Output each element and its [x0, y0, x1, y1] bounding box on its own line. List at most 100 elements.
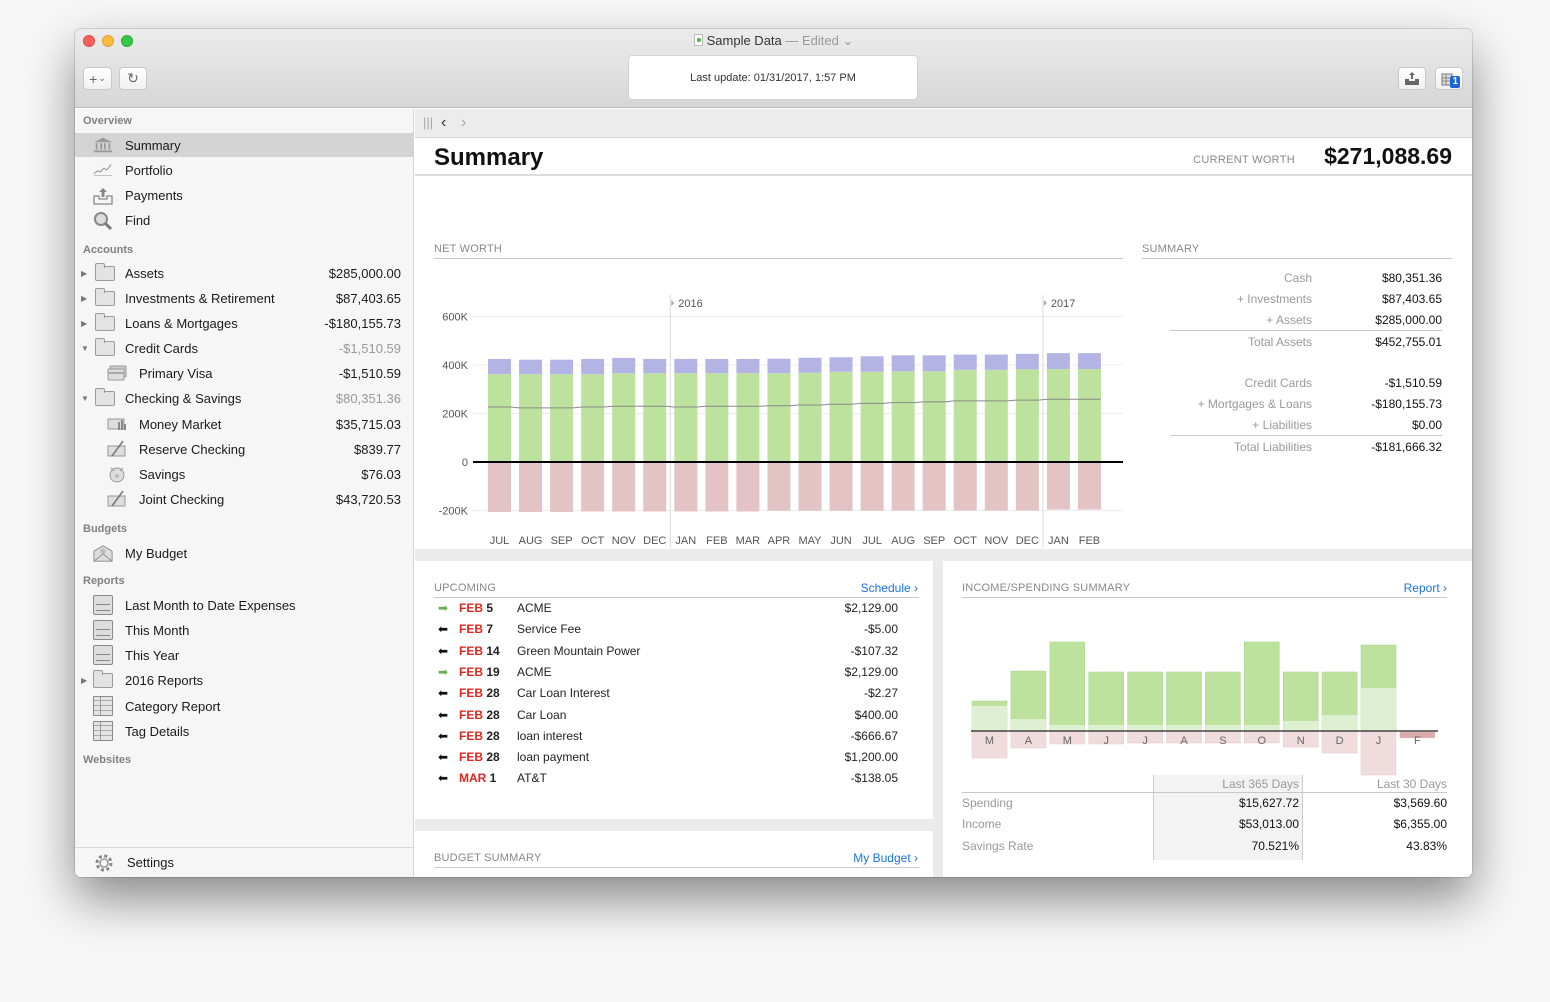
sidebar-item-label: Joint Checking [139, 491, 225, 507]
y-tick-label: 200K [442, 409, 468, 421]
upcoming-transaction-row[interactable]: ➡ FEB 5 ACME $2,129.00 [434, 601, 914, 622]
savings-bar [1088, 725, 1124, 731]
investments-bar [891, 355, 915, 372]
refresh-button[interactable]: ↻ [119, 67, 147, 90]
sidebar-item-joint-checking[interactable]: Joint Checking $43,720.53 [75, 487, 413, 511]
transaction-payee: Car Loan Interest [517, 686, 610, 701]
outgoing-arrow-icon: ⬅ [438, 728, 449, 743]
edited-indicator: — Edited [785, 33, 839, 48]
transaction-date: FEB 28 [459, 729, 500, 743]
summary-value: -$1,510.59 [1384, 376, 1442, 390]
assets-bar [953, 369, 977, 462]
sidebar-item-summary[interactable]: Summary [75, 133, 413, 157]
sidebar-item-credit-cards[interactable]: ▼ Credit Cards -$1,510.59 [75, 336, 413, 360]
sidebar-item-this-month[interactable]: This Month [75, 618, 413, 642]
window-title[interactable]: Sample Data — Edited ⌄ [75, 33, 1472, 49]
sidebar-item-payments[interactable]: Payments [75, 184, 413, 208]
x-tick-label: MAR [736, 535, 761, 547]
sidebar-item-category-report[interactable]: Category Report [75, 694, 413, 718]
disclosure-collapsed-icon[interactable]: ▶ [81, 294, 91, 303]
net-worth-chart[interactable]: -200K 0 200K 400K 600K 2016 2017 JUL AUG SEP OCT NO… [415, 267, 1135, 547]
disclosure-collapsed-icon[interactable]: ▶ [81, 269, 91, 278]
transaction-amount: -$107.32 [850, 643, 898, 658]
sidebar-item-label: Primary Visa [139, 365, 213, 381]
transaction-date: FEB 28 [459, 708, 500, 722]
sidebar-item-savings[interactable]: Savings $76.03 [75, 462, 413, 486]
summary-label: + Mortgages & Loans [1197, 397, 1312, 411]
disclosure-expanded-icon[interactable]: ▼ [81, 344, 91, 353]
disclosure-collapsed-icon[interactable]: ▶ [81, 676, 91, 685]
transaction-amount: $1,200.00 [844, 750, 898, 765]
assets-bar [891, 371, 915, 462]
account-balance: -$1,510.59 [338, 365, 401, 381]
reconcile-button[interactable]: 1 [1435, 67, 1463, 90]
transaction-payee: loan interest [517, 728, 583, 743]
my-budget-link[interactable]: My Budget › [853, 851, 918, 865]
add-menu-button[interactable]: + ⌄ [83, 67, 112, 90]
upcoming-transaction-row[interactable]: ⬅ FEB 28 Car Loan Interest -$2.27 [434, 686, 914, 707]
money-market-icon [107, 415, 127, 433]
sidebar-item-last-month-to-date-expenses[interactable]: Last Month to Date Expenses [75, 593, 413, 617]
upcoming-transaction-row[interactable]: ⬅ FEB 14 Green Mountain Power -$107.32 [434, 644, 914, 665]
year-marker-label: 2017 [1051, 298, 1075, 310]
forward-button[interactable]: › [461, 114, 466, 132]
income-bar [1088, 671, 1124, 732]
section-header-budgets: Budgets [83, 523, 127, 535]
upcoming-transaction-row[interactable]: ⬅ FEB 7 Service Fee -$5.00 [434, 622, 914, 643]
investments-bar [550, 359, 574, 375]
back-button[interactable]: ‹ [441, 114, 446, 132]
upcoming-transaction-row[interactable]: ⬅ FEB 28 loan interest -$666.67 [434, 729, 914, 750]
sidebar-item-assets[interactable]: ▶ Assets $285,000.00 [75, 261, 413, 285]
sidebar-item-loans-mortgages[interactable]: ▶ Loans & Mortgages -$180,155.73 [75, 311, 413, 335]
transaction-amount: -$2.27 [863, 686, 898, 701]
investments-bar [953, 354, 977, 370]
settings-button[interactable]: Settings [75, 847, 413, 877]
outgoing-arrow-icon: ⬅ [438, 707, 449, 722]
upcoming-transaction-row[interactable]: ⬅ FEB 28 loan payment $1,200.00 [434, 750, 914, 771]
sidebar-item-portfolio[interactable]: Portfolio [75, 158, 413, 182]
sidebar-item-reserve-checking[interactable]: Reserve Checking $839.77 [75, 437, 413, 461]
schedule-link[interactable]: Schedule › [861, 581, 918, 595]
value-365-days: 70.521% [1251, 838, 1299, 853]
sidebar-item-primary-visa[interactable]: Primary Visa -$1,510.59 [75, 361, 413, 385]
sidebar-item-my-budget[interactable]: My Budget [75, 541, 413, 565]
piggy-bank-icon [107, 465, 127, 483]
sidebar-item-tag-details[interactable]: Tag Details [75, 719, 413, 743]
sidebar-item-find[interactable]: Find [75, 209, 413, 233]
sidebar-toggle-icon[interactable]: ||| [423, 115, 433, 130]
sidebar-item-money-market[interactable]: Money Market $35,715.03 [75, 412, 413, 436]
transaction-date: FEB 19 [459, 665, 500, 679]
sidebar-item-investments-retirement[interactable]: ▶ Investments & Retirement $87,403.65 [75, 286, 413, 310]
sidebar-item-2016-reports[interactable]: ▶ 2016 Reports [75, 668, 413, 692]
row-label: Spending [962, 796, 1013, 810]
upcoming-transaction-row[interactable]: ⬅ MAR 1 AT&T -$138.05 [434, 771, 914, 792]
assets-bar [1015, 369, 1039, 462]
x-tick-label: J [1103, 735, 1109, 747]
sidebar-item-checking-savings[interactable]: ▼ Checking & Savings $80,351.36 [75, 386, 413, 410]
liabilities-bar [674, 463, 698, 512]
sidebar-item-label: Savings [139, 466, 186, 482]
investments-bar [643, 358, 667, 374]
incoming-arrow-icon: ➡ [438, 664, 449, 679]
upcoming-transaction-row[interactable]: ➡ FEB 19 ACME $2,129.00 [434, 665, 914, 686]
chevron-down-icon: ⌄ [98, 73, 106, 83]
divider [434, 597, 919, 598]
income-spending-chart[interactable]: MAMJJASONDJF [962, 611, 1447, 801]
export-button[interactable] [1398, 67, 1426, 90]
date-day: 19 [486, 664, 500, 679]
current-worth-label: CURRENT WORTH [1193, 154, 1295, 166]
year-marker-icon [671, 300, 675, 306]
transaction-amount: $2,129.00 [844, 601, 898, 615]
disclosure-collapsed-icon[interactable]: ▶ [81, 319, 91, 328]
section-header-accounts: Accounts [83, 244, 134, 256]
account-balance: $43,720.53 [335, 491, 401, 507]
report-chart-icon [93, 645, 113, 665]
summary-value: $87,403.65 [1381, 292, 1442, 306]
sidebar-item-label: Credit Cards [125, 340, 198, 356]
liabilities-bar [643, 463, 667, 512]
upcoming-transaction-row[interactable]: ⬅ FEB 28 Car Loan $400.00 [434, 708, 914, 729]
report-link[interactable]: Report › [1404, 581, 1447, 595]
x-tick-label: A [1180, 735, 1188, 747]
sidebar-item-this-year[interactable]: This Year [75, 643, 413, 667]
disclosure-expanded-icon[interactable]: ▼ [81, 394, 91, 403]
